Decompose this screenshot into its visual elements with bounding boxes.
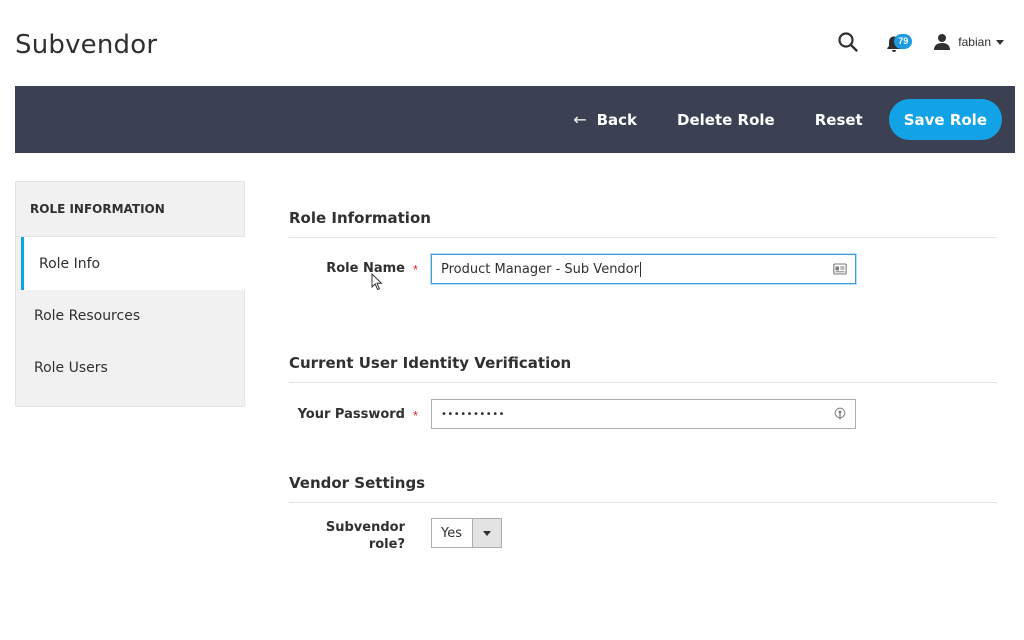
mouse-pointer-icon [371, 273, 383, 291]
save-role-button[interactable]: Save Role [888, 99, 1002, 140]
key-icon[interactable] [833, 407, 847, 421]
text-caret [639, 261, 641, 277]
back-button[interactable]: ← Back [553, 100, 657, 140]
subvendor-role-select[interactable]: Yes [431, 518, 502, 548]
contact-card-icon[interactable] [833, 262, 847, 276]
required-mark: * [413, 408, 419, 423]
user-icon [934, 34, 951, 50]
sidebar-item-role-users[interactable]: Role Users [16, 342, 244, 394]
role-name-label: Role Name [326, 261, 405, 276]
section-divider [289, 502, 997, 503]
password-input[interactable]: •••••••••• [431, 399, 856, 429]
role-name-input[interactable]: Product Manager - Sub Vendor [431, 254, 856, 284]
required-mark: * [413, 262, 419, 277]
subvendor-role-value: Yes [441, 525, 462, 541]
user-menu[interactable]: fabian [933, 33, 1004, 51]
search-icon[interactable] [837, 31, 859, 53]
header-actions: 79 fabian [837, 28, 1004, 56]
sidebar-heading: ROLE INFORMATION [16, 182, 244, 237]
page-actions-toolbar: ← Back Delete Role Reset Save Role [15, 86, 1015, 153]
section-title-identity-verification: Current User Identity Verification [289, 354, 572, 372]
user-name: fabian [958, 35, 991, 49]
subvendor-role-label: Subvendor role? [325, 520, 405, 552]
reset-button[interactable]: Reset [795, 100, 883, 140]
section-divider [289, 382, 997, 383]
notification-badge: 79 [894, 34, 913, 49]
section-title-role-information: Role Information [289, 209, 431, 227]
role-name-value: Product Manager - Sub Vendor [441, 261, 639, 277]
sidebar-item-role-resources[interactable]: Role Resources [16, 290, 244, 342]
password-value: •••••••••• [441, 408, 505, 420]
section-divider [289, 237, 997, 238]
sidebar-item-role-info[interactable]: Role Info [21, 237, 245, 290]
password-label: Your Password [297, 407, 405, 422]
back-button-label: Back [596, 110, 638, 129]
chevron-down-icon [996, 39, 1004, 45]
notifications-button[interactable]: 79 [885, 31, 913, 53]
delete-role-button[interactable]: Delete Role [657, 100, 795, 140]
chevron-down-icon [483, 530, 491, 536]
page-title: Subvendor [15, 30, 158, 60]
arrow-left-icon: ← [573, 110, 587, 129]
sidebar: ROLE INFORMATION Role Info Role Resource… [15, 181, 245, 407]
section-title-vendor-settings: Vendor Settings [289, 474, 426, 492]
select-toggle[interactable] [472, 519, 501, 547]
